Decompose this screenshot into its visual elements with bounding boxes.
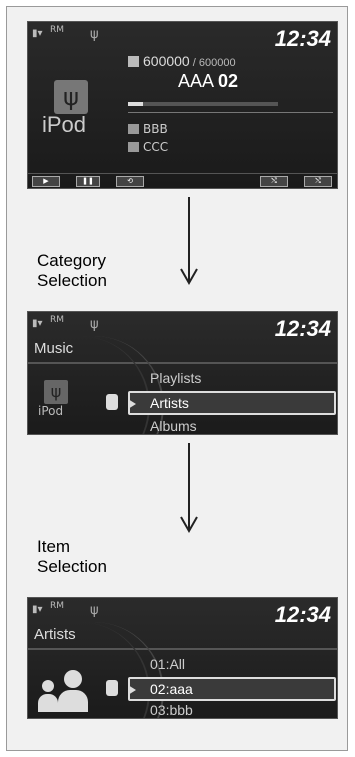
category-screen: ▮▾ RM ψ 12:34 Music ψ iPod Playlists Arti… (27, 311, 338, 435)
list-item[interactable]: 03:bbb (150, 702, 193, 718)
artist-icon (128, 124, 139, 134)
track-current: 600000 (143, 53, 190, 69)
artist-icon (36, 670, 96, 718)
progress-bar[interactable] (128, 102, 278, 106)
signal-indicator: ▮▾ RM (32, 315, 65, 329)
artist-row: BBB (128, 122, 168, 136)
down-arrow-icon (179, 443, 199, 535)
source-dial (28, 622, 164, 718)
album-row: CCC (128, 140, 168, 154)
song-prefix: AAA (178, 71, 219, 91)
shuffle-all-button[interactable]: ⤭ (304, 176, 332, 187)
down-arrow-icon (179, 197, 199, 287)
track-counter: 600000 / 600000 (128, 53, 236, 69)
usb-device-icon: ψ (44, 380, 68, 404)
step-label-item: Item Selection (37, 537, 107, 577)
song-number: 02 (218, 71, 239, 91)
usb-icon: ψ (90, 317, 99, 332)
control-bar: ▶ ❚❚ ⟲ ⤭ ⤭ (28, 173, 337, 188)
progress-fill (128, 102, 143, 106)
selector-knob (106, 394, 118, 410)
list-item[interactable]: 01:All (150, 656, 185, 672)
track-total: 600000 (198, 57, 236, 69)
rm-label: RM (50, 25, 65, 35)
shuffle-button[interactable]: ⤭ (260, 176, 288, 187)
arrow-head (180, 516, 198, 533)
step1-line1: Category (37, 251, 106, 270)
now-playing-screen: ▮▾ RM ψ 12:34 600000 / 600000 AAA 02 ψ iP… (27, 21, 338, 189)
song-title: AAA 02 (178, 71, 238, 92)
play-button[interactable]: ▶ (32, 176, 60, 187)
list-item-selected[interactable]: Artists (128, 391, 336, 415)
step1-line2: Selection (37, 271, 107, 290)
usb-device-icon: ψ (54, 80, 88, 114)
artist-name: BBB (143, 122, 168, 136)
pause-button[interactable]: ❚❚ (76, 176, 100, 187)
item-screen: ▮▾ RM ψ 12:34 Artists 01:All 02:aaa 03:bb… (27, 597, 338, 719)
list-item[interactable]: Playlists (150, 370, 201, 386)
list-item[interactable]: Albums (150, 418, 197, 434)
step2-line2: Selection (37, 557, 107, 576)
figure-frame: ▮▾ RM ψ 12:34 600000 / 600000 AAA 02 ψ iP… (6, 6, 348, 751)
album-name: CCC (143, 140, 169, 154)
music-note-icon (128, 56, 139, 67)
repeat-button[interactable]: ⟲ (116, 176, 144, 187)
signal-indicator: ▮▾ RM (32, 601, 65, 615)
signal-indicator: ▮▾ RM (32, 25, 65, 39)
album-icon (128, 142, 139, 152)
usb-icon: ψ (90, 27, 99, 42)
track-separator: / (189, 57, 199, 69)
list-item-selected[interactable]: 02:aaa (128, 677, 336, 701)
usb-icon: ψ (90, 603, 99, 618)
clock: 12:34 (274, 316, 331, 341)
step2-line1: Item (37, 537, 71, 556)
ipod-source: ψ iPod (42, 80, 98, 137)
selector-knob (106, 680, 118, 696)
arrow-head (180, 268, 198, 285)
clock: 12:34 (274, 602, 331, 627)
divider (128, 112, 333, 113)
ipod-source: ψ iPod (38, 380, 68, 418)
clock: 12:34 (274, 26, 331, 51)
source-label: iPod (38, 404, 64, 418)
source-label: iPod (42, 112, 87, 137)
source-dial: ψ iPod (28, 336, 164, 434)
step-label-category: Category Selection (37, 251, 107, 291)
